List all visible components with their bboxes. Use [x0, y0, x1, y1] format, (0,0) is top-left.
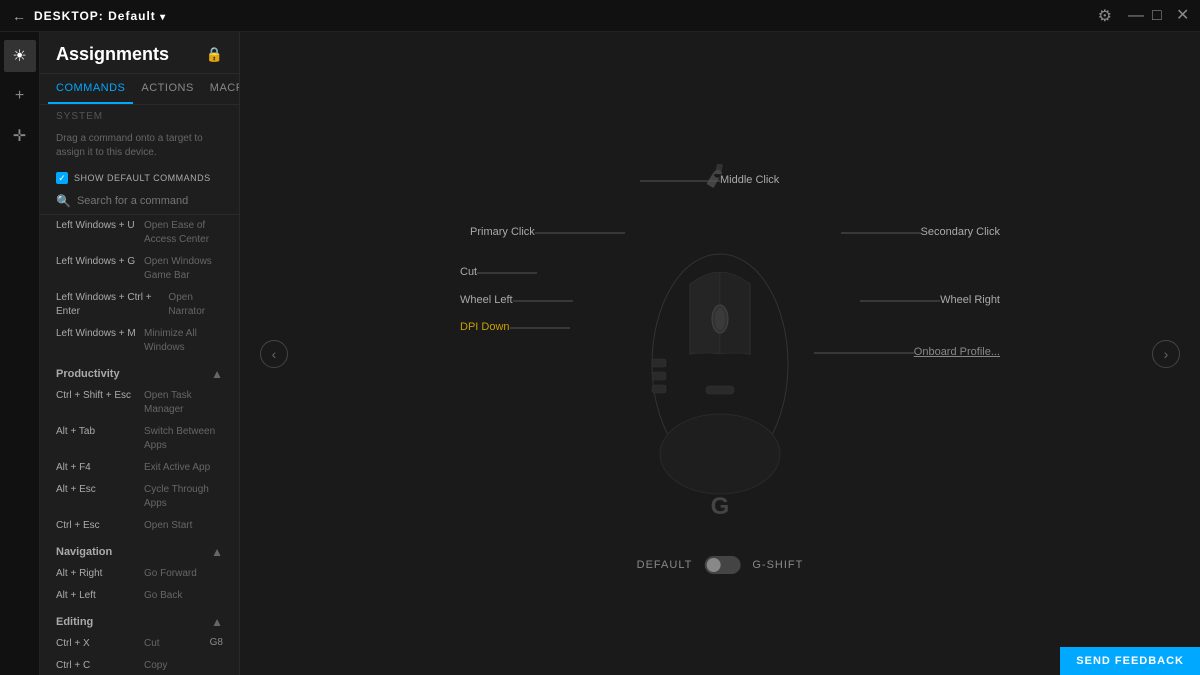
mouse-diagram: G Middle Click Primary Click Secondary C…	[470, 104, 970, 604]
back-button[interactable]: ←	[12, 8, 26, 24]
list-item[interactable]: Alt + Right Go Forward	[40, 563, 239, 585]
prev-arrow[interactable]: ‹	[260, 340, 288, 368]
chevron-up-icon: ▲	[211, 367, 223, 381]
assignments-panel: Assignments 🔒 COMMANDS ACTIONS MACROS SY…	[40, 32, 240, 675]
icon-bar: ☀ + ✛	[0, 32, 40, 675]
panel-header: Assignments 🔒	[40, 32, 239, 74]
secondary-click-label: Secondary Click	[921, 224, 1000, 238]
list-item[interactable]: Ctrl + Esc Open Start	[40, 515, 239, 537]
next-arrow[interactable]: ›	[1152, 340, 1180, 368]
panel-title: Assignments	[56, 44, 169, 65]
mouse-image: G	[610, 164, 830, 544]
close-button[interactable]: ✕	[1176, 10, 1188, 22]
show-default-label: SHOW DEFAULT COMMANDS	[74, 173, 211, 183]
onboard-profile-label[interactable]: Onboard Profile...	[914, 344, 1000, 358]
chevron-up-icon: ▲	[211, 615, 223, 629]
profile-toggle: DEFAULT G-SHIFT	[637, 556, 804, 574]
list-item[interactable]: Left Windows + G Open Windows Game Bar	[40, 251, 239, 287]
middle-click-label: Middle Click	[720, 172, 779, 186]
list-item[interactable]: Ctrl + X Cut G8	[40, 633, 239, 655]
search-input[interactable]	[77, 195, 223, 207]
svg-text:G: G	[711, 493, 730, 520]
dpi-down-label: DPI Down	[460, 319, 510, 333]
tab-commands[interactable]: COMMANDS	[48, 74, 133, 104]
show-default-checkbox[interactable]: ✓	[56, 172, 68, 184]
list-item[interactable]: Ctrl + C Copy	[40, 655, 239, 675]
tab-macros[interactable]: MACROS	[202, 74, 240, 104]
gear-icon[interactable]: ⚙	[1098, 6, 1112, 26]
cut-label: Cut	[460, 264, 477, 278]
toggle-knob	[706, 558, 720, 572]
sidebar-item-home[interactable]: ☀	[4, 40, 36, 72]
show-default-row[interactable]: ✓ SHOW DEFAULT COMMANDS	[40, 168, 239, 188]
list-item[interactable]: Left Windows + M Minimize All Windows	[40, 323, 239, 359]
title-dropdown-icon[interactable]: ▾	[160, 12, 166, 23]
system-label: SYSTEM	[40, 105, 239, 128]
section-productivity[interactable]: Productivity ▲	[40, 359, 239, 385]
main-layout: ☀ + ✛ Assignments 🔒 COMMANDS ACTIONS MAC…	[0, 32, 1200, 675]
drag-hint: Drag a command onto a target to assign i…	[40, 128, 239, 168]
wheel-left-label: Wheel Left	[460, 292, 513, 306]
gshift-toggle-switch[interactable]	[704, 556, 740, 574]
list-item[interactable]: Left Windows + Ctrl + Enter Open Narrato…	[40, 287, 239, 323]
title-bar-title: DESKTOP: Default ▾	[34, 9, 166, 23]
wheel-right-label: Wheel Right	[940, 292, 1000, 306]
send-feedback-button[interactable]: SEND FEEDBACK	[1060, 647, 1200, 675]
list-item[interactable]: Alt + Tab Switch Between Apps	[40, 421, 239, 457]
gshift-label: G-SHIFT	[752, 559, 803, 571]
minimize-button[interactable]: —	[1128, 10, 1140, 22]
tab-bar: COMMANDS ACTIONS MACROS	[40, 74, 239, 105]
maximize-button[interactable]: □	[1152, 10, 1164, 22]
title-bar-left: ← DESKTOP: Default ▾	[12, 8, 166, 24]
search-icon: 🔍	[56, 194, 71, 208]
title-bar-controls: ⚙ — □ ✕	[1098, 6, 1188, 26]
list-item[interactable]: Alt + Left Go Back	[40, 585, 239, 607]
primary-click-label: Primary Click	[470, 224, 535, 238]
list-item[interactable]: Left Windows + U Open Ease of Access Cen…	[40, 215, 239, 251]
section-navigation[interactable]: Navigation ▲	[40, 537, 239, 563]
main-content: ‹ ›	[240, 32, 1200, 675]
sidebar-item-crosshair[interactable]: ✛	[4, 120, 36, 152]
list-item[interactable]: Alt + F4 Exit Active App	[40, 457, 239, 479]
title-bar: ← DESKTOP: Default ▾ ⚙ — □ ✕	[0, 0, 1200, 32]
search-row: 🔍	[40, 188, 239, 215]
command-list: Left Windows + U Open Ease of Access Cen…	[40, 215, 239, 675]
chevron-up-icon: ▲	[211, 545, 223, 559]
section-editing[interactable]: Editing ▲	[40, 607, 239, 633]
default-label: DEFAULT	[637, 559, 693, 571]
window-controls: — □ ✕	[1128, 10, 1188, 22]
tab-actions[interactable]: ACTIONS	[133, 74, 201, 104]
lock-icon: 🔒	[206, 46, 223, 63]
list-item[interactable]: Ctrl + Shift + Esc Open Task Manager	[40, 385, 239, 421]
sidebar-item-add[interactable]: +	[4, 80, 36, 112]
list-item[interactable]: Alt + Esc Cycle Through Apps	[40, 479, 239, 515]
